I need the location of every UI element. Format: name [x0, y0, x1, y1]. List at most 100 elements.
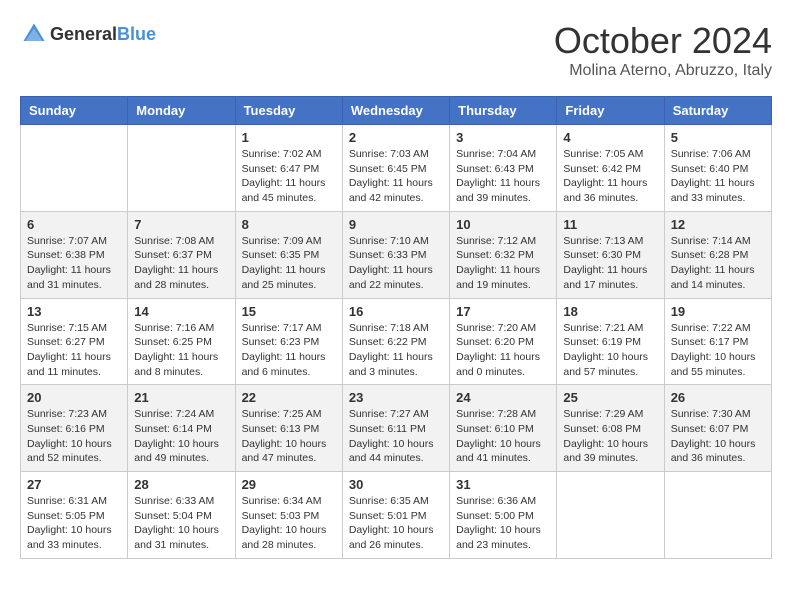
calendar-day-cell: 28 Sunrise: 6:33 AMSunset: 5:04 PMDayligh… [128, 472, 235, 559]
logo: GeneralBlue [20, 20, 156, 48]
day-info: Sunrise: 7:10 AMSunset: 6:33 PMDaylight:… [349, 234, 443, 293]
weekday-header-cell: Sunday [21, 97, 128, 125]
day-info: Sunrise: 7:09 AMSunset: 6:35 PMDaylight:… [242, 234, 336, 293]
day-number: 1 [242, 130, 336, 145]
calendar-day-cell: 11Sunrise: 7:13 AMSunset: 6:30 PMDayligh… [557, 211, 664, 298]
day-number: 4 [563, 130, 657, 145]
month-title: October 2024 [554, 20, 772, 62]
calendar-day-cell: 15Sunrise: 7:17 AMSunset: 6:23 PMDayligh… [235, 298, 342, 385]
weekday-header-cell: Friday [557, 97, 664, 125]
calendar-body: 1Sunrise: 7:02 AMSunset: 6:47 PMDaylight… [21, 125, 772, 559]
day-info: Sunrise: 6:31 AMSunset: 5:05 PMDaylight:… [27, 494, 121, 553]
day-info: Sunrise: 7:20 AMSunset: 6:20 PMDaylight:… [456, 321, 550, 380]
calendar-day-cell: 22 Sunrise: 7:25 AMSunset: 6:13 PMDayligh… [235, 385, 342, 472]
calendar-day-cell: 16 Sunrise: 7:18 AMSunset: 6:22 PMDayligh… [342, 298, 449, 385]
day-number: 14 [134, 304, 228, 319]
calendar-day-cell: 13 Sunrise: 7:15 AMSunset: 6:27 PMDayligh… [21, 298, 128, 385]
day-number: 10 [456, 217, 550, 232]
day-info: Sunrise: 7:12 AMSunset: 6:32 PMDaylight:… [456, 234, 550, 293]
calendar-day-cell: 29 Sunrise: 6:34 AMSunset: 5:03 PMDayligh… [235, 472, 342, 559]
day-info: Sunrise: 7:06 AMSunset: 6:40 PMDaylight:… [671, 147, 765, 206]
day-info: Sunrise: 7:28 AMSunset: 6:10 PMDaylight:… [456, 407, 550, 466]
day-info: Sunrise: 7:25 AMSunset: 6:13 PMDaylight:… [242, 407, 336, 466]
day-info: Sunrise: 6:33 AMSunset: 5:04 PMDaylight:… [134, 494, 228, 553]
day-number: 18 [563, 304, 657, 319]
calendar-day-cell: 19Sunrise: 7:22 AMSunset: 6:17 PMDayligh… [664, 298, 771, 385]
day-info: Sunrise: 6:34 AMSunset: 5:03 PMDaylight:… [242, 494, 336, 553]
calendar-week-row: 27Sunrise: 6:31 AMSunset: 5:05 PMDayligh… [21, 472, 772, 559]
day-info: Sunrise: 7:21 AMSunset: 6:19 PMDaylight:… [563, 321, 657, 380]
day-number: 5 [671, 130, 765, 145]
day-info: Sunrise: 7:29 AMSunset: 6:08 PMDaylight:… [563, 407, 657, 466]
calendar-day-cell: 3Sunrise: 7:04 AMSunset: 6:43 PMDaylight… [450, 125, 557, 212]
day-info: Sunrise: 7:18 AMSunset: 6:22 PMDaylight:… [349, 321, 443, 380]
day-number: 2 [349, 130, 443, 145]
day-info: Sunrise: 6:36 AMSunset: 5:00 PMDaylight:… [456, 494, 550, 553]
calendar-day-cell: 24 Sunrise: 7:28 AMSunset: 6:10 PMDayligh… [450, 385, 557, 472]
day-number: 29 [242, 477, 336, 492]
day-number: 25 [563, 390, 657, 405]
day-number: 16 [349, 304, 443, 319]
day-info: Sunrise: 7:07 AMSunset: 6:38 PMDaylight:… [27, 234, 121, 293]
calendar-day-cell: 21 Sunrise: 7:24 AMSunset: 6:14 PMDayligh… [128, 385, 235, 472]
calendar-table: SundayMondayTuesdayWednesdayThursdayFrid… [20, 96, 772, 559]
calendar-day-cell: 26 Sunrise: 7:30 AMSunset: 6:07 PMDayligh… [664, 385, 771, 472]
day-info: Sunrise: 7:17 AMSunset: 6:23 PMDaylight:… [242, 321, 336, 380]
logo-icon [20, 20, 48, 48]
calendar-day-cell [557, 472, 664, 559]
title-section: October 2024 Molina Aterno, Abruzzo, Ita… [554, 20, 772, 80]
day-number: 23 [349, 390, 443, 405]
day-info: Sunrise: 7:14 AMSunset: 6:28 PMDaylight:… [671, 234, 765, 293]
calendar-week-row: 13 Sunrise: 7:15 AMSunset: 6:27 PMDayligh… [21, 298, 772, 385]
day-info: Sunrise: 7:16 AMSunset: 6:25 PMDaylight:… [134, 321, 228, 380]
location-title: Molina Aterno, Abruzzo, Italy [554, 62, 772, 80]
day-info: Sunrise: 7:27 AMSunset: 6:11 PMDaylight:… [349, 407, 443, 466]
calendar-day-cell: 2Sunrise: 7:03 AMSunset: 6:45 PMDaylight… [342, 125, 449, 212]
day-number: 11 [563, 217, 657, 232]
day-number: 22 [242, 390, 336, 405]
day-number: 13 [27, 304, 121, 319]
calendar-day-cell: 1Sunrise: 7:02 AMSunset: 6:47 PMDaylight… [235, 125, 342, 212]
day-info: Sunrise: 7:24 AMSunset: 6:14 PMDaylight:… [134, 407, 228, 466]
calendar-week-row: 20Sunrise: 7:23 AMSunset: 6:16 PMDayligh… [21, 385, 772, 472]
calendar-day-cell: 18 Sunrise: 7:21 AMSunset: 6:19 PMDayligh… [557, 298, 664, 385]
day-info: Sunrise: 7:15 AMSunset: 6:27 PMDaylight:… [27, 321, 121, 380]
day-number: 21 [134, 390, 228, 405]
calendar-day-cell: 14 Sunrise: 7:16 AMSunset: 6:25 PMDayligh… [128, 298, 235, 385]
calendar-day-cell: 25 Sunrise: 7:29 AMSunset: 6:08 PMDayligh… [557, 385, 664, 472]
day-number: 31 [456, 477, 550, 492]
weekday-header-cell: Tuesday [235, 97, 342, 125]
weekday-header-cell: Thursday [450, 97, 557, 125]
day-info: Sunrise: 7:23 AMSunset: 6:16 PMDaylight:… [27, 407, 121, 466]
day-number: 26 [671, 390, 765, 405]
day-info: Sunrise: 7:04 AMSunset: 6:43 PMDaylight:… [456, 147, 550, 206]
day-number: 28 [134, 477, 228, 492]
day-number: 19 [671, 304, 765, 319]
calendar-week-row: 6 Sunrise: 7:07 AMSunset: 6:38 PMDaylight… [21, 211, 772, 298]
day-info: Sunrise: 7:08 AMSunset: 6:37 PMDaylight:… [134, 234, 228, 293]
weekday-header-cell: Saturday [664, 97, 771, 125]
day-number: 24 [456, 390, 550, 405]
weekday-header-cell: Monday [128, 97, 235, 125]
calendar-week-row: 1Sunrise: 7:02 AMSunset: 6:47 PMDaylight… [21, 125, 772, 212]
day-number: 12 [671, 217, 765, 232]
calendar-day-cell: 6 Sunrise: 7:07 AMSunset: 6:38 PMDaylight… [21, 211, 128, 298]
calendar-day-cell: 17 Sunrise: 7:20 AMSunset: 6:20 PMDayligh… [450, 298, 557, 385]
calendar-day-cell: 27Sunrise: 6:31 AMSunset: 5:05 PMDayligh… [21, 472, 128, 559]
day-number: 30 [349, 477, 443, 492]
logo-text-general: General [50, 24, 117, 44]
day-info: Sunrise: 7:05 AMSunset: 6:42 PMDaylight:… [563, 147, 657, 206]
calendar-day-cell: 31 Sunrise: 6:36 AMSunset: 5:00 PMDayligh… [450, 472, 557, 559]
day-number: 6 [27, 217, 121, 232]
calendar-day-cell [664, 472, 771, 559]
day-number: 8 [242, 217, 336, 232]
day-number: 17 [456, 304, 550, 319]
day-number: 9 [349, 217, 443, 232]
calendar-day-cell [128, 125, 235, 212]
day-info: Sunrise: 6:35 AMSunset: 5:01 PMDaylight:… [349, 494, 443, 553]
calendar-day-cell: 20Sunrise: 7:23 AMSunset: 6:16 PMDayligh… [21, 385, 128, 472]
weekday-header-cell: Wednesday [342, 97, 449, 125]
calendar-day-cell [21, 125, 128, 212]
day-info: Sunrise: 7:30 AMSunset: 6:07 PMDaylight:… [671, 407, 765, 466]
calendar-day-cell: 7Sunrise: 7:08 AMSunset: 6:37 PMDaylight… [128, 211, 235, 298]
